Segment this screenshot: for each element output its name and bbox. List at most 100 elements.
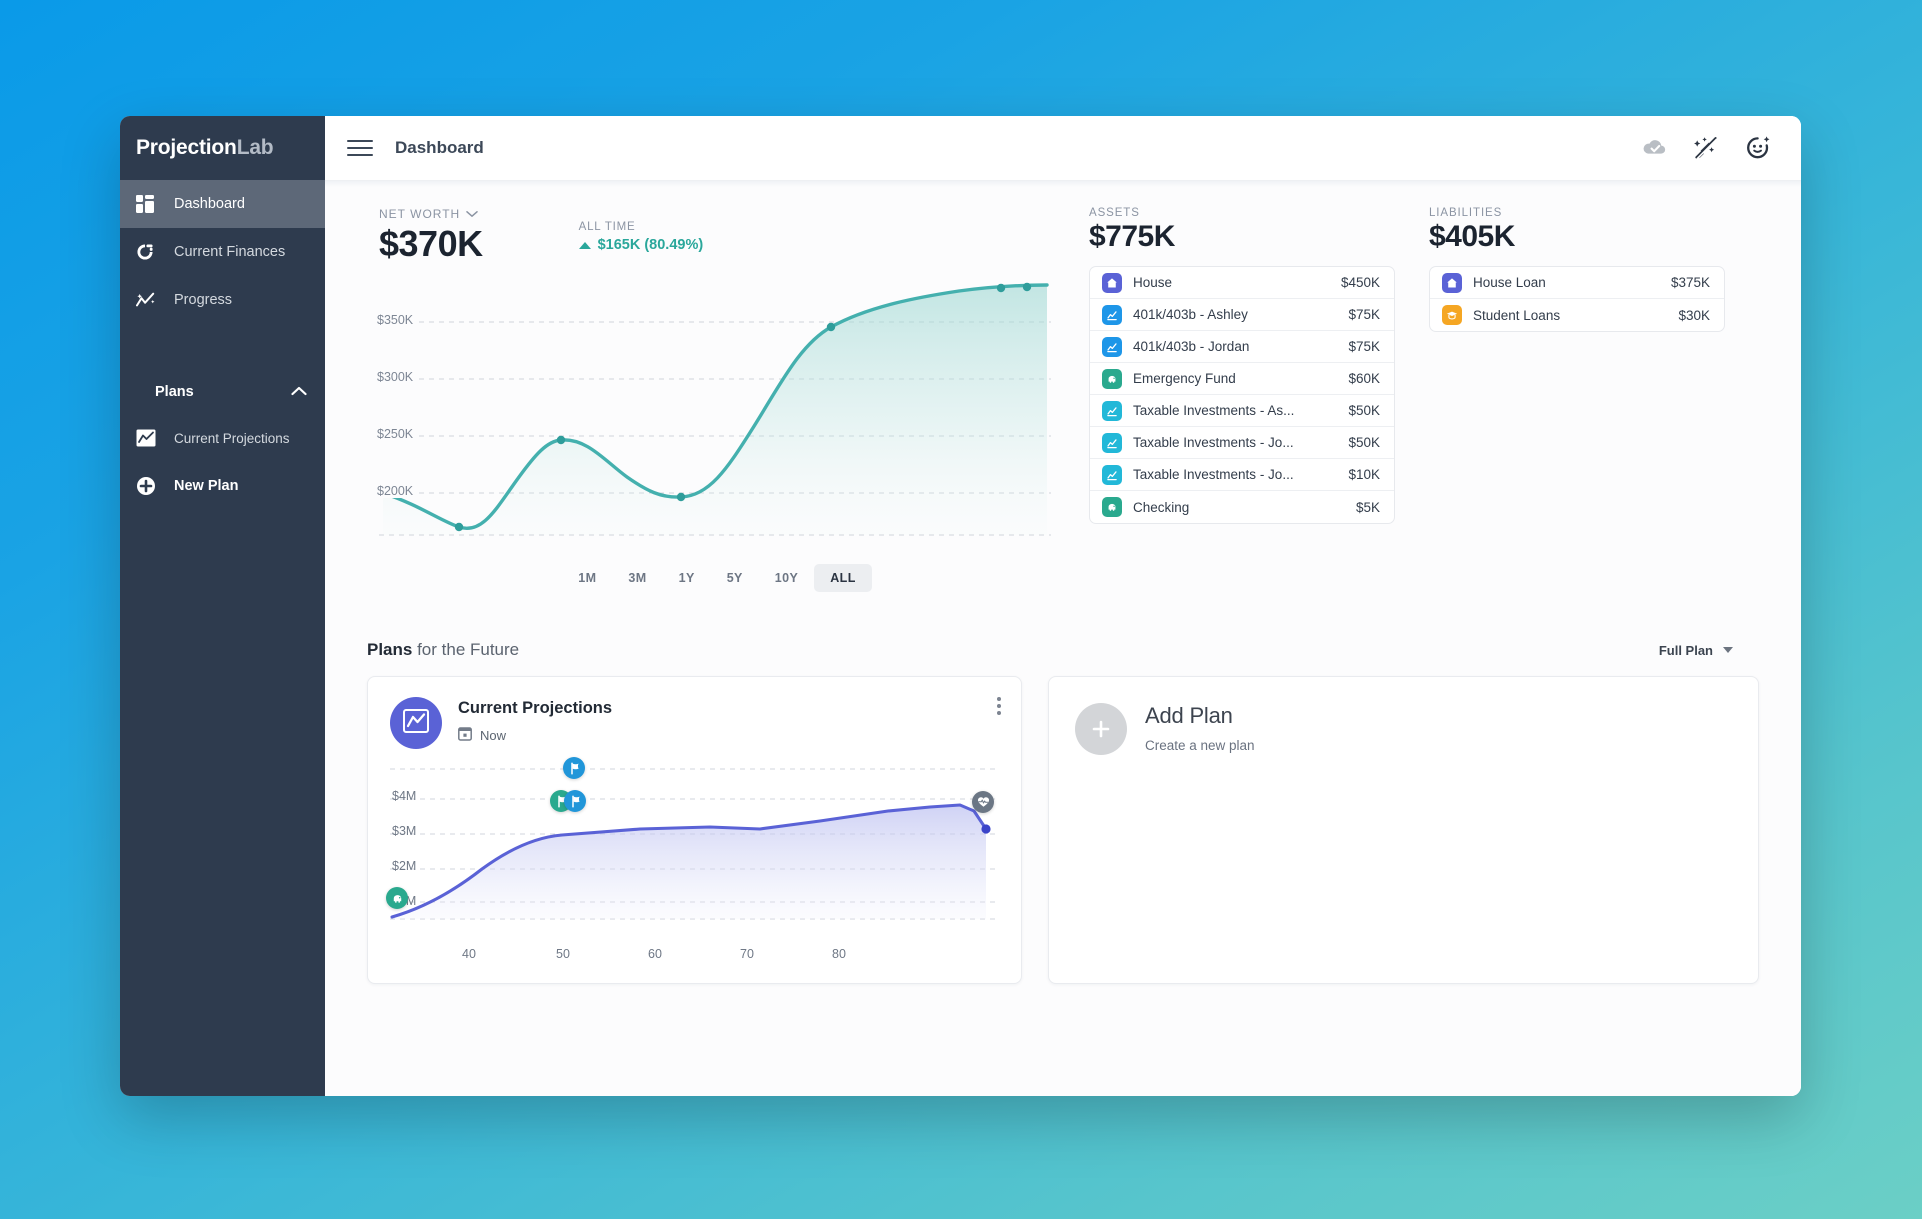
line-chart-icon	[136, 429, 162, 447]
asset-name: Emergency Fund	[1133, 371, 1236, 386]
y-tick-label: $300K	[377, 370, 416, 384]
asset-row[interactable]: House $450K	[1090, 267, 1394, 299]
assets-panel: ASSETS $775K House $450K 401k/403b - Ash…	[1055, 207, 1395, 524]
liabilities-label: LIABILITIES	[1429, 207, 1503, 219]
range-button-10y[interactable]: 10Y	[759, 564, 814, 592]
magic-wand-off-icon[interactable]	[1689, 131, 1723, 165]
logo-text-primary: Projection	[136, 136, 237, 159]
range-button-5y[interactable]: 5Y	[711, 564, 759, 592]
avatar-sparkle-icon[interactable]	[1741, 131, 1775, 165]
x-tick-label: 40	[462, 947, 476, 961]
asset-row[interactable]: Taxable Investments - Jo... $10K	[1090, 459, 1394, 491]
net-worth-label: NET WORTH	[379, 207, 461, 221]
plan-name: Current Projections	[458, 699, 613, 717]
range-button-all[interactable]: ALL	[814, 564, 872, 592]
app-window: Projection Lab Dashboard Current Finances…	[120, 116, 1801, 1096]
plans-title-rest: for the Future	[412, 640, 520, 659]
x-tick-label: 70	[740, 947, 754, 961]
asset-value: $450K	[1340, 275, 1380, 290]
sidebar-item-new-plan[interactable]: New Plan	[120, 462, 325, 510]
assets-label: ASSETS	[1089, 207, 1140, 219]
sidebar-item-progress[interactable]: Progress	[120, 276, 325, 324]
hamburger-icon[interactable]	[347, 135, 373, 161]
asset-row[interactable]: 401k/403b - Ashley $75K	[1090, 299, 1394, 331]
sidebar-item-label: Progress	[174, 292, 233, 308]
range-button-1y[interactable]: 1Y	[663, 564, 711, 592]
kebab-menu-icon[interactable]	[997, 697, 1001, 715]
add-plan-subtitle: Create a new plan	[1145, 738, 1255, 753]
net-worth-panel: NET WORTH $370K ALL TIME $165K (80.49%) …	[355, 207, 1055, 592]
asset-value: $50K	[1348, 435, 1380, 450]
full-plan-dropdown[interactable]: Full Plan	[1659, 643, 1761, 658]
assets-list: House $450K 401k/403b - Ashley $75K 401k…	[1089, 266, 1395, 524]
dashboard-grid-icon	[136, 193, 162, 215]
range-button-3m[interactable]: 3M	[612, 564, 662, 592]
plan-date-label: Now	[480, 727, 507, 743]
milestone-piggy-bank-icon[interactable]	[386, 887, 408, 909]
sidebar-item-label: New Plan	[174, 478, 239, 494]
y-tick-label: $200K	[377, 484, 416, 498]
asset-name: 401k/403b - Ashley	[1133, 307, 1248, 322]
plan-date: Now	[458, 726, 612, 744]
plan-card-current-projections[interactable]: Current Projections Now $4M $3M $2M 40 5…	[367, 676, 1022, 984]
all-time-change: ALL TIME $165K (80.49%)	[578, 221, 703, 253]
caret-up-icon	[578, 241, 591, 249]
liabilities-list: House Loan $375K Student Loans $30K	[1429, 266, 1725, 332]
investment-icon	[1102, 336, 1122, 357]
liability-value: $375K	[1670, 275, 1710, 290]
logo-text-secondary: Lab	[236, 136, 274, 159]
projections-area	[392, 805, 986, 919]
plus-circle-icon	[136, 476, 162, 496]
milestone-flag-icon[interactable]	[564, 790, 586, 812]
piggy-bank-icon	[1102, 368, 1122, 389]
sidebar-item-label: Current Projections	[174, 430, 290, 446]
sidebar-item-current-finances[interactable]: Current Finances	[120, 228, 325, 276]
liabilities-panel: LIABILITIES $405K House Loan $375K Stude…	[1395, 207, 1725, 332]
cloud-check-icon[interactable]	[1637, 131, 1671, 165]
asset-row[interactable]: Checking $5K	[1090, 491, 1394, 523]
plans-section-title: Plans for the Future	[367, 640, 519, 660]
net-worth-chart-svg	[379, 282, 1051, 536]
sidebar-item-current-projections[interactable]: Current Projections	[120, 414, 325, 462]
projections-chart-svg	[390, 768, 1000, 920]
sidebar-item-dashboard[interactable]: Dashboard	[120, 180, 325, 228]
net-worth-selector[interactable]: NET WORTH	[379, 207, 483, 221]
chevron-up-icon[interactable]	[291, 384, 307, 400]
chevron-down-icon	[466, 207, 478, 221]
sidebar-section-plans[interactable]: Plans	[120, 370, 325, 414]
liability-row[interactable]: Student Loans $30K	[1430, 299, 1724, 331]
plan-card-titles: Current Projections Now	[458, 697, 612, 744]
net-worth-chart[interactable]: $350K $300K $250K $200K	[377, 277, 1055, 552]
asset-value: $50K	[1348, 403, 1380, 418]
app-logo[interactable]: Projection Lab	[120, 116, 325, 180]
asset-row[interactable]: Emergency Fund $60K	[1090, 363, 1394, 395]
asset-row[interactable]: Taxable Investments - Jo... $50K	[1090, 427, 1394, 459]
full-plan-label: Full Plan	[1658, 642, 1713, 658]
range-button-1m[interactable]: 1M	[562, 564, 612, 592]
asset-value: $75K	[1348, 307, 1380, 322]
current-projections-chart[interactable]: $4M $3M $2M $1M 40 50 60 70 80	[386, 757, 1000, 961]
asset-row[interactable]: 401k/403b - Jordan $75K	[1090, 331, 1394, 363]
asset-value: $75K	[1348, 339, 1380, 354]
liability-row[interactable]: House Loan $375K	[1430, 267, 1724, 299]
plan-avatar	[390, 697, 442, 749]
add-plan-card[interactable]: Add Plan Create a new plan	[1048, 676, 1759, 984]
net-worth-header: NET WORTH $370K ALL TIME $165K (80.49%)	[379, 207, 1055, 265]
net-worth-values: NET WORTH $370K	[379, 207, 483, 265]
piggy-bank-icon	[1102, 497, 1122, 517]
y-tick-label: $4M	[392, 789, 417, 803]
sidebar-item-label: Dashboard	[174, 196, 245, 212]
topbar: Dashboard	[325, 116, 1801, 180]
investment-icon	[1102, 304, 1122, 325]
asset-row[interactable]: Taxable Investments - As... $50K	[1090, 395, 1394, 427]
milestone-flag-icon[interactable]	[563, 757, 585, 779]
milestone-heart-pulse-icon[interactable]	[972, 791, 994, 813]
y-tick-label: $350K	[377, 313, 416, 327]
sidebar-item-label: Current Finances	[174, 244, 286, 260]
all-time-label: ALL TIME	[578, 221, 636, 233]
y-tick-label: $3M	[392, 824, 417, 838]
x-tick-label: 60	[648, 947, 662, 961]
liability-name: Student Loans	[1473, 307, 1561, 323]
add-plan-text: Add Plan Create a new plan	[1145, 703, 1255, 753]
